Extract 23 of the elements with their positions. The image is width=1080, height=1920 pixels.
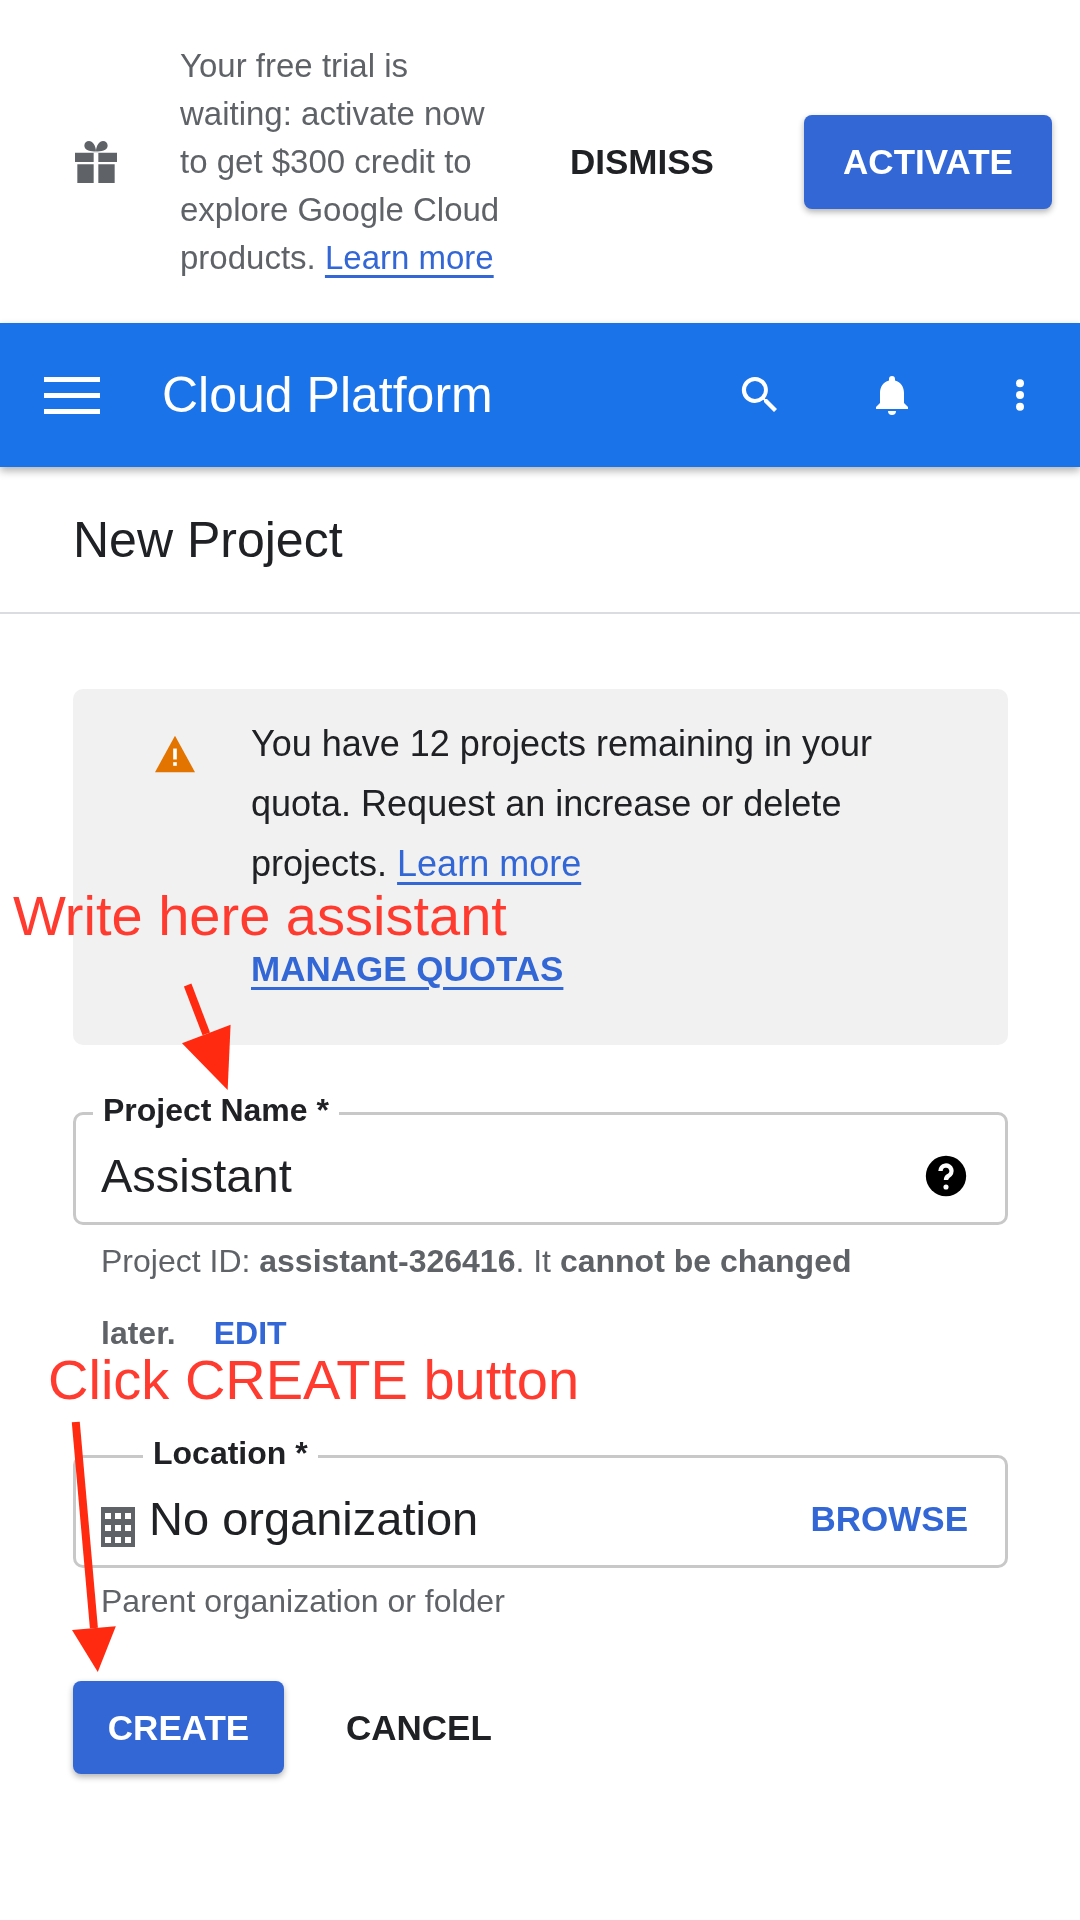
warning-icon — [153, 734, 197, 774]
activate-button[interactable]: ACTIVATE — [804, 114, 1052, 209]
helper-text: Parent organization or folder — [101, 1582, 506, 1621]
page-title: New Project — [73, 510, 343, 569]
browse-link[interactable]: BROWSE — [810, 1498, 968, 1539]
learn-more-link[interactable]: Learn more — [397, 843, 582, 884]
app-title: Cloud Platform — [162, 366, 494, 424]
create-button[interactable]: CREATE — [73, 1681, 284, 1774]
menu-icon[interactable] — [44, 375, 100, 415]
building-icon — [101, 1506, 135, 1547]
location-field[interactable]: Location * No organization BROWSE — [73, 1433, 1008, 1568]
edit-link[interactable]: EDIT — [213, 1315, 287, 1351]
quota-message: You have 12 projects remaining in your quota. Request an increase or delete projects. Learn more — [251, 722, 874, 886]
annotation-text: Write here assistant — [13, 884, 507, 948]
project-name-field[interactable]: Project Name * Assistant — [73, 1090, 1008, 1225]
cancel-button[interactable]: CANCEL — [330, 1695, 508, 1760]
learn-more-link[interactable]: Learn more — [324, 238, 494, 276]
field-value: Assistant — [101, 1148, 293, 1203]
dismiss-button[interactable]: DISMISS — [554, 129, 730, 194]
trial-message: Your free trial is waiting: activate now to get $300 credit to explore Google Cloud products. Learn more — [180, 45, 501, 278]
manage-quotas-link[interactable]: MANAGE QUOTAS — [251, 949, 564, 989]
field-value: No organization — [149, 1491, 480, 1546]
help-icon[interactable] — [924, 1153, 968, 1198]
